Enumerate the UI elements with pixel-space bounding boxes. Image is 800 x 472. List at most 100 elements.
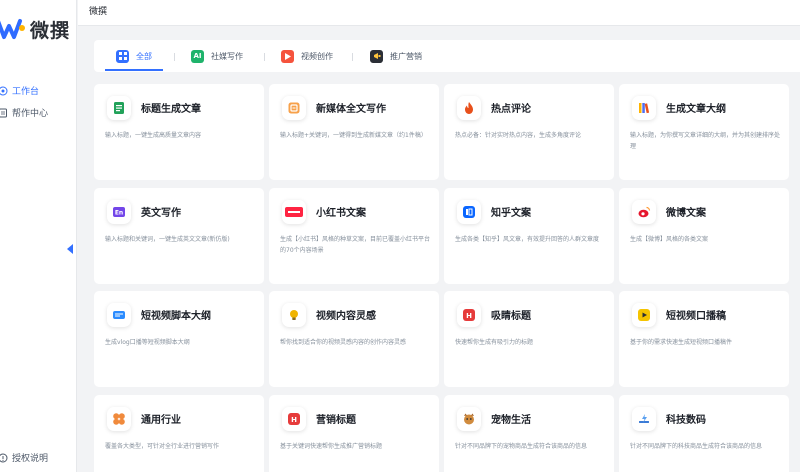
tool-card-title: 通用行业 — [141, 415, 181, 426]
tool-card[interactable]: 视频内容灵感帮你找到适合你的视频灵感内容的创作内容灵感 — [269, 291, 439, 387]
flame-icon — [457, 96, 481, 120]
tool-card-description: 生成【微博】风格的各类文案 — [630, 236, 709, 243]
tool-card[interactable]: 短视频脚本大纲生成vlog口播等短视频脚本大纲 — [94, 291, 264, 387]
tool-card[interactable]: 生成文章大纲输入标题，为你撰写文章详细的大纲，并为其创建排序处理 — [619, 84, 789, 180]
books-icon — [632, 96, 656, 120]
tool-card-description: 针对不同品牌下的宠物商品生成符合该商品的信息 — [455, 443, 588, 450]
video-script-icon — [107, 303, 131, 327]
workbench-icon — [0, 86, 8, 95]
tool-card-description: 生成【小红书】风格的种草文案，目前已覆盖小红书平台的70个内容场景 — [280, 236, 431, 254]
tool-card-description: 输入标题，为你撰写文章详细的大纲，并为其创建排序处理 — [630, 132, 781, 150]
tool-card[interactable]: En 英文写作 输入标题和关键词，一键生成英文文章(新仿版) — [94, 188, 264, 284]
tool-card-description: 基于你的需求快速生成短视频口播稿件 — [630, 339, 733, 346]
svg-text:En: En — [115, 210, 123, 217]
sidebar-item-license[interactable]: 授权说明 — [0, 451, 48, 464]
tool-card[interactable]: 微博文案生成【微博】风格的各类文案 — [619, 188, 789, 284]
tool-card[interactable]: 科技数码针对不同品牌下的科技商品生成符合该商品的信息 — [619, 395, 789, 472]
top-bar: 微撰 — [78, 0, 800, 26]
tool-card[interactable]: 通用行业覆盖各大类型，可针对全行业进行营销写作 — [94, 395, 264, 472]
logo-mark-icon — [0, 19, 25, 39]
tool-card-title: 短视频脚本大纲 — [141, 311, 211, 322]
tool-card-description: 针对不同品牌下的科技商品生成符合该商品的信息 — [630, 443, 763, 450]
sidebar-item-workbench[interactable]: 工作台 — [0, 84, 39, 97]
tool-card[interactable]: 知乎文案生成各类【知乎】风文章，有效提升回答的人群文章度 — [444, 188, 614, 284]
tool-card-title: 宠物生活 — [491, 415, 531, 426]
category-tabs: 全部 AI 社媒写作 视频创作 推广营销 — [94, 40, 800, 72]
collapse-sidebar-button[interactable] — [65, 241, 75, 257]
active-tab-indicator — [105, 69, 163, 71]
ai-icon: AI — [191, 49, 204, 63]
tool-card[interactable]: 新媒体全文写作输入标题+关键词，一键得到生成新媒文章（约1件稿） — [269, 84, 439, 180]
tool-card[interactable]: 标题生成文章输入标题，一键生成高质量文章内容 — [94, 84, 264, 180]
help-center-icon — [0, 108, 7, 117]
megaphone-icon — [370, 49, 383, 63]
zhihu-icon — [457, 200, 481, 224]
tool-card-description: 输入标题+关键词，一键得到生成新媒文章（约1件稿） — [280, 132, 427, 139]
document-icon — [107, 96, 131, 120]
sidebar-item-help-center[interactable]: 帮作中心 — [0, 106, 48, 119]
grid-icon — [116, 49, 129, 63]
tab-divider — [174, 53, 175, 61]
logo-text: 微撰 — [30, 19, 71, 42]
industry-icon — [107, 407, 131, 431]
tool-card-title: 微博文案 — [666, 208, 706, 219]
tool-card[interactable]: 短视频口播稿基于你的需求快速生成短视频口播稿件 — [619, 291, 789, 387]
weibo-icon — [632, 200, 656, 224]
tool-card-title: 短视频口播稿 — [666, 311, 726, 322]
sidebar-item-label: 帮作中心 — [12, 109, 49, 119]
tool-card[interactable]: 小红书文案生成【小红书】风格的种草文案，目前已覆盖小红书平台的70个内容场景 — [269, 188, 439, 284]
tool-card-title: 生成文章大纲 — [666, 104, 726, 115]
tab-label: 全部 — [136, 51, 152, 61]
tab-divider — [352, 53, 353, 61]
tool-card-description: 帮你找到适合你的视频灵感内容的创作内容灵感 — [280, 339, 407, 346]
sidebar-item-label: 授权说明 — [12, 454, 49, 464]
tool-card[interactable]: 宠物生活针对不同品牌下的宠物商品生成符合该商品的信息 — [444, 395, 614, 472]
tool-card-description: 快速帮你生成有吸引力的标题 — [455, 339, 534, 346]
short-video-icon — [632, 303, 656, 327]
tool-card-description: 生成各类【知乎】风文章，有效提升回答的人群文章度 — [455, 236, 600, 243]
tool-card[interactable]: H 营销标题基于关键词快速帮你生成推广营销标题 — [269, 395, 439, 472]
tool-card-description: 基于关键词快速帮你生成推广营销标题 — [280, 443, 383, 450]
english-icon: En — [107, 200, 131, 224]
tab-label: 视频创作 — [301, 51, 333, 61]
tab-promotion-marketing[interactable]: 推广营销 — [370, 48, 422, 64]
edit-icon — [282, 96, 306, 120]
tool-card-title: 热点评论 — [491, 104, 531, 115]
tab-label: 社媒写作 — [211, 51, 243, 61]
lightbulb-icon — [282, 303, 306, 327]
tool-card[interactable]: 热点评论热点必备：针对实时热点内容，生成多角度评论 — [444, 84, 614, 180]
marketing-title-icon: H — [282, 407, 306, 431]
tool-card-title: 新媒体全文写作 — [316, 104, 386, 115]
tool-card-title: 吸睛标题 — [491, 311, 531, 322]
tool-card-title: 知乎文案 — [491, 208, 531, 219]
svg-text:H: H — [466, 312, 472, 320]
tool-card-description: 输入标题，一键生成高质量文章内容 — [105, 132, 202, 139]
tool-card-title: 营销标题 — [316, 415, 356, 426]
tab-divider — [264, 53, 265, 61]
sidebar: 微撰 工作台 帮作中心 授权说明 — [0, 0, 77, 472]
page-title: 微撰 — [89, 7, 108, 17]
tab-label: 推广营销 — [390, 51, 422, 61]
tool-card-description: 生成vlog口播等短视频脚本大纲 — [105, 339, 190, 346]
tool-card-description: 热点必备：针对实时热点内容，生成多角度评论 — [455, 132, 582, 139]
tab-all[interactable]: 全部 — [116, 48, 152, 64]
svg-text:H: H — [291, 416, 297, 424]
pet-icon — [457, 407, 481, 431]
tool-card-title: 小红书文案 — [316, 208, 366, 219]
tool-card-title: 英文写作 — [141, 208, 181, 219]
tool-card-description: 覆盖各大类型，可针对全行业进行营销写作 — [105, 443, 220, 450]
tool-card-title: 视频内容灵感 — [316, 311, 376, 322]
license-icon — [0, 453, 8, 462]
xiaohongshu-icon — [282, 200, 306, 224]
tab-video-creation[interactable]: 视频创作 — [281, 48, 333, 64]
headline-icon: H — [457, 303, 481, 327]
tab-social-writing[interactable]: AI 社媒写作 — [191, 48, 243, 64]
play-icon — [281, 49, 294, 63]
tool-card-title: 科技数码 — [666, 415, 706, 426]
tool-card[interactable]: H 吸睛标题快速帮你生成有吸引力的标题 — [444, 291, 614, 387]
caret-left-icon — [66, 244, 73, 254]
sidebar-item-label: 工作台 — [12, 87, 40, 97]
tech-icon — [632, 407, 656, 431]
app-logo[interactable]: 微撰 — [0, 14, 70, 44]
tool-card-title: 标题生成文章 — [141, 104, 201, 115]
